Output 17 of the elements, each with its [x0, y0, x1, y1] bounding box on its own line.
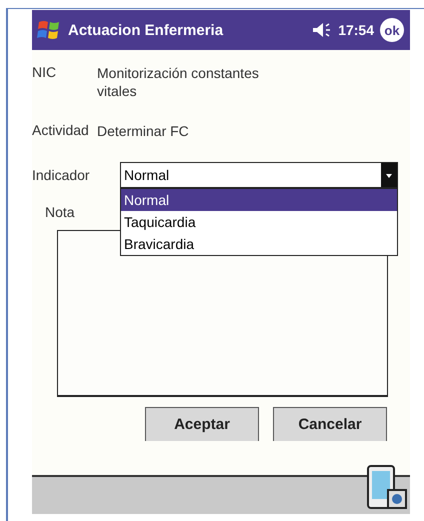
clock[interactable]: 17:54 — [338, 22, 374, 38]
field-label: Actividad — [32, 122, 90, 140]
dialog-button[interactable]: Aceptar — [145, 407, 259, 441]
field-label: Indicador — [32, 167, 91, 183]
dropdown-option[interactable]: Taquicardia — [121, 211, 397, 233]
dialog-button[interactable]: Cancelar — [273, 407, 387, 441]
window-title: Actuacion Enfermeria — [68, 22, 224, 38]
dropdown-option[interactable]: Normal — [121, 189, 397, 211]
field-label: Nota — [45, 204, 75, 220]
speaker-icon[interactable] — [312, 22, 332, 38]
field-value: Determinar FC — [97, 122, 190, 140]
caret-icon[interactable] — [381, 163, 397, 187]
field-label: NIC — [32, 64, 58, 82]
dropdown-option[interactable]: Bravicardia — [121, 233, 397, 255]
dropdown[interactable]: Normal — [120, 162, 398, 188]
field-value: Monitorización constantes vitales — [97, 64, 260, 100]
ok-button[interactable]: ok — [380, 18, 404, 42]
